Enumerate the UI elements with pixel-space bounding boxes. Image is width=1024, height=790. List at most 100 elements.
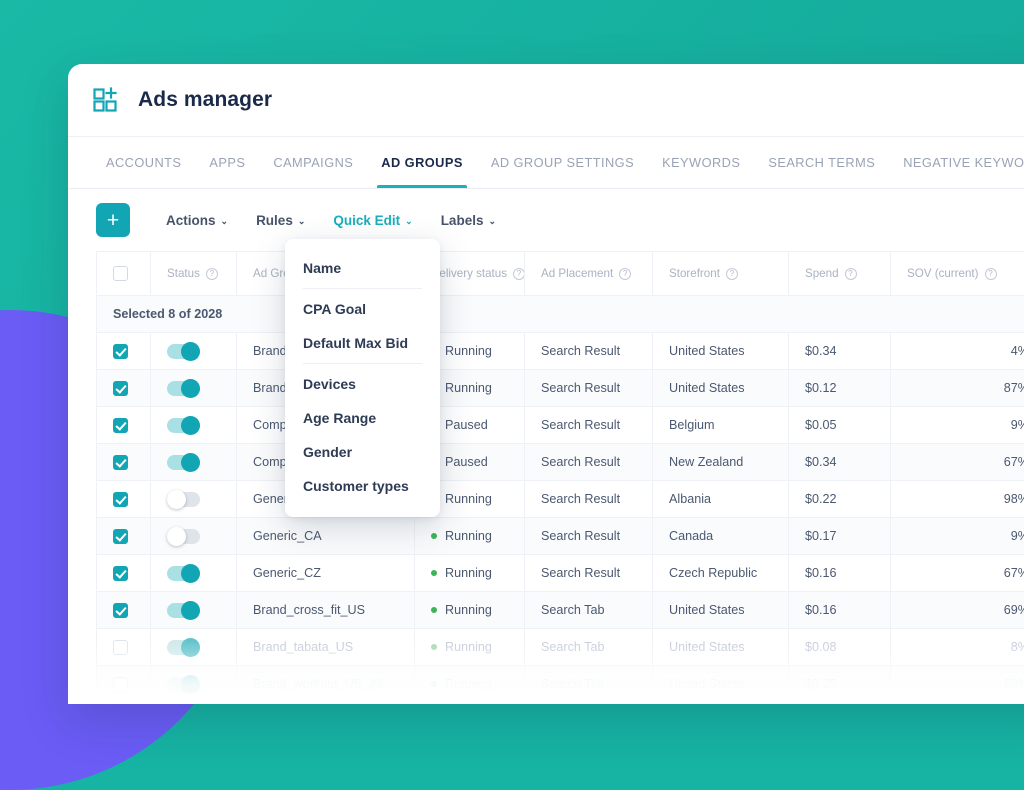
quick-edit-item-cpa-goal[interactable]: CPA Goal <box>285 292 440 326</box>
delivery-status-label: Running <box>445 640 492 654</box>
status-dot-icon <box>431 607 437 613</box>
status-toggle[interactable] <box>167 455 200 470</box>
quick-edit-item-devices[interactable]: Devices <box>285 367 440 401</box>
sov-value: 9% <box>1011 418 1024 432</box>
status-toggle[interactable] <box>167 418 200 433</box>
status-toggle[interactable] <box>167 381 200 396</box>
row-checkbox[interactable] <box>113 566 128 581</box>
ad-group-name-cell[interactable]: Generic_CZ <box>237 555 415 592</box>
table-row[interactable]: Generic_RunningSearch ResultAlbania$0.22… <box>97 481 1024 518</box>
table-row[interactable]: Brand_URunningSearch ResultUnited States… <box>97 333 1024 370</box>
status-cell <box>151 444 237 481</box>
status-toggle[interactable] <box>167 529 200 544</box>
tab-keywords[interactable]: KEYWORDS <box>648 137 754 188</box>
help-icon[interactable]: ? <box>206 268 218 280</box>
table-row[interactable]: CompetiPausedSearch ResultBelgium$0.059% <box>97 407 1024 444</box>
ad-group-name-cell[interactable]: Brand_workout_US_All <box>237 666 415 703</box>
status-cell <box>151 555 237 592</box>
delivery-status-label: Running <box>445 603 492 617</box>
status-toggle[interactable] <box>167 344 200 359</box>
ad-group-name-cell[interactable]: Generic_CA <box>237 518 415 555</box>
spend-cell: $0.16 <box>789 555 891 592</box>
tab-accounts[interactable]: ACCOUNTS <box>92 137 195 188</box>
status-toggle[interactable] <box>167 492 200 507</box>
help-icon[interactable]: ? <box>726 268 738 280</box>
status-toggle[interactable] <box>167 640 200 655</box>
tab-campaigns[interactable]: CAMPAIGNS <box>259 137 367 188</box>
row-checkbox[interactable] <box>113 492 128 507</box>
select-all-checkbox[interactable] <box>113 266 128 281</box>
row-select-cell <box>97 555 151 592</box>
add-button[interactable]: + <box>96 203 130 237</box>
rules-menu-button[interactable]: Rules ⌄ <box>242 213 319 228</box>
table-row[interactable]: CompetiPausedSearch ResultNew Zealand$0.… <box>97 444 1024 481</box>
table-row[interactable]: Brand_URunningSearch ResultUnited States… <box>97 370 1024 407</box>
help-icon[interactable]: ? <box>513 268 524 280</box>
ad-group-name-cell[interactable]: Brand_tabata_US <box>237 629 415 666</box>
actions-label: Actions <box>166 213 216 228</box>
help-icon[interactable]: ? <box>985 268 997 280</box>
chevron-down-icon: ⌄ <box>221 216 229 227</box>
row-checkbox[interactable] <box>113 418 128 433</box>
row-checkbox[interactable] <box>113 455 128 470</box>
spend-cell: $0.34 <box>789 444 891 481</box>
quick-edit-label: Quick Edit <box>333 213 400 228</box>
column-header-sov-current: SOV (current)? <box>891 252 1024 296</box>
table-row[interactable]: Generic_CZRunningSearch ResultCzech Repu… <box>97 555 1024 592</box>
ad-placement-cell: Search Result <box>525 407 653 444</box>
sov-cell: 69% <box>891 592 1024 629</box>
column-header-label: SOV (current) <box>907 267 979 280</box>
table-row[interactable]: Brand_cross_fit_USRunningSearch TabUnite… <box>97 592 1024 629</box>
row-checkbox[interactable] <box>113 640 128 655</box>
delivery-status-cell: Running <box>415 629 525 666</box>
column-header-label: Delivery status <box>431 267 507 280</box>
sov-value: 67% <box>1004 455 1024 469</box>
ad-group-name-cell[interactable]: Brand_cross_fit_US <box>237 592 415 629</box>
sov-cell: 4% <box>891 333 1024 370</box>
row-checkbox[interactable] <box>113 381 128 396</box>
labels-menu-button[interactable]: Labels ⌄ <box>427 213 510 228</box>
quick-edit-dropdown[interactable]: Name CPA GoalDefault Max Bid DevicesAge Ra… <box>285 239 440 517</box>
ad-placement-cell: Search Result <box>525 333 653 370</box>
quick-edit-item-customer-types[interactable]: Customer types <box>285 469 440 503</box>
row-checkbox[interactable] <box>113 529 128 544</box>
quick-edit-item-gender[interactable]: Gender <box>285 435 440 469</box>
row-checkbox[interactable] <box>113 603 128 618</box>
storefront-cell: Czech Republic <box>653 555 789 592</box>
status-toggle[interactable] <box>167 603 200 618</box>
sov-value: 69% <box>1004 677 1024 691</box>
tab-negative-keywords[interactable]: NEGATIVE KEYWORDS <box>889 137 1024 188</box>
table-row[interactable]: Brand_workout_US_AllRunningSearch TabUni… <box>97 666 1024 703</box>
table-row[interactable]: Brand_tabata_USRunningSearch TabUnited S… <box>97 629 1024 666</box>
actions-menu-button[interactable]: Actions ⌄ <box>152 213 242 228</box>
ad-groups-table-container: Status?Ad Group Name?Delivery status?Ad … <box>68 251 1024 703</box>
tab-apps[interactable]: APPS <box>195 137 259 188</box>
spend-cell: $0.17 <box>789 518 891 555</box>
delivery-status-label: Paused <box>445 418 488 432</box>
status-toggle[interactable] <box>167 677 200 692</box>
table-row[interactable]: Generic_CARunningSearch ResultCanada$0.1… <box>97 518 1024 555</box>
tab-ad-group-settings[interactable]: AD GROUP SETTINGS <box>477 137 648 188</box>
storefront-cell: New Zealand <box>653 444 789 481</box>
quick-edit-item-age-range[interactable]: Age Range <box>285 401 440 435</box>
main-tabs[interactable]: ACCOUNTSAPPSCAMPAIGNSAD GROUPSAD GROUP S… <box>68 137 1024 189</box>
sov-value: 8% <box>1011 640 1024 654</box>
delivery-status-label: Running <box>445 529 492 543</box>
spend-cell: $0.08 <box>789 629 891 666</box>
status-toggle[interactable] <box>167 566 200 581</box>
quick-edit-menu-button[interactable]: Quick Edit ⌄ <box>319 213 426 228</box>
help-icon[interactable]: ? <box>619 268 631 280</box>
selection-summary-row: Selected 8 of 2028 <box>97 296 1024 333</box>
sov-value: 4% <box>1011 344 1024 358</box>
tab-ad-groups[interactable]: AD GROUPS <box>367 137 477 188</box>
tab-search-terms[interactable]: SEARCH TERMS <box>754 137 889 188</box>
page-title: Ads manager <box>138 88 272 112</box>
spend-cell: $0.16 <box>789 592 891 629</box>
quick-edit-item-default-max-bid[interactable]: Default Max Bid <box>285 326 440 360</box>
row-checkbox[interactable] <box>113 677 128 692</box>
help-icon[interactable]: ? <box>845 268 857 280</box>
sov-cell: 9% <box>891 407 1024 444</box>
row-checkbox[interactable] <box>113 344 128 359</box>
status-cell <box>151 592 237 629</box>
quick-edit-item-name[interactable]: Name <box>285 251 440 285</box>
